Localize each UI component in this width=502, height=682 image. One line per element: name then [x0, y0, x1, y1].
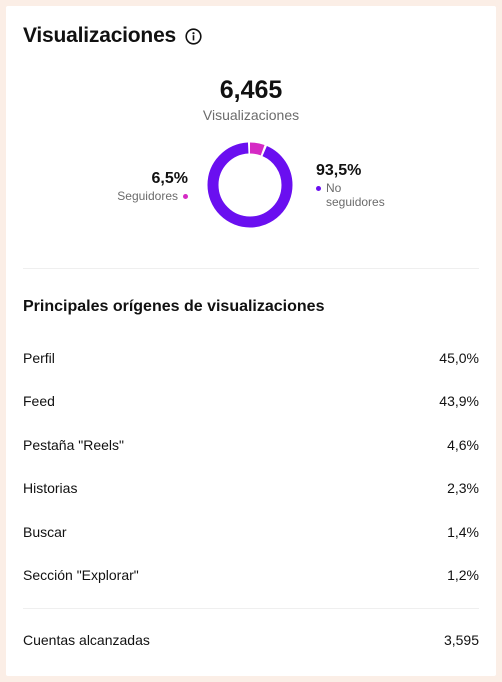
non-followers-percent: 93,5% [316, 162, 362, 179]
donut-segment-non-followers [207, 142, 293, 228]
list-item: Buscar 1,4% [23, 510, 479, 554]
divider [23, 608, 479, 609]
source-value: 45,0% [439, 349, 479, 366]
source-value: 2,3% [447, 480, 479, 497]
source-label: Buscar [23, 523, 67, 540]
card-header: Visualizaciones [23, 24, 202, 48]
followers-percent: 6,5% [151, 170, 188, 187]
total-views-value: 6,465 [219, 76, 283, 104]
card-title: Visualizaciones [23, 24, 177, 47]
source-value: 1,2% [447, 567, 479, 584]
source-value: 43,9% [439, 393, 479, 410]
source-value: 1,4% [447, 523, 479, 540]
accounts-reached-label: Cuentas alcanzadas [23, 632, 150, 648]
list-item: Sección "Explorar" 1,2% [23, 554, 479, 598]
list-item: Perfil 45,0% [23, 336, 479, 380]
total-views: 6,465 Visualizaciones [6, 76, 496, 123]
non-followers-label-line1: No [326, 181, 342, 195]
non-followers-legend-dot [316, 186, 321, 191]
source-label: Historias [23, 480, 78, 497]
sources-list: Perfil 45,0% Feed 43,9% Pestaña "Reels" … [23, 336, 479, 597]
followers-stat: 6,5% Seguidores [96, 169, 188, 203]
views-card: Visualizaciones 6,465 Visualizaciones 6,… [6, 6, 496, 676]
total-views-label: Visualizaciones [202, 107, 300, 123]
non-followers-stat: 93,5% No seguidores [316, 161, 436, 209]
followers-legend-dot [183, 194, 188, 200]
source-label: Feed [23, 393, 55, 410]
source-value: 4,6% [447, 436, 479, 453]
accounts-reached-value: 3,595 [443, 632, 479, 648]
list-item: Feed 43,9% [23, 380, 479, 424]
info-icon[interactable] [185, 27, 202, 45]
list-item: Historias 2,3% [23, 467, 479, 511]
source-label: Pestaña "Reels" [23, 436, 124, 453]
followers-donut-chart [207, 142, 293, 228]
divider [23, 268, 479, 269]
source-label: Perfil [23, 349, 55, 366]
followers-label: Seguidores [117, 189, 178, 203]
source-label: Sección "Explorar" [23, 567, 139, 584]
non-followers-label-line2: seguidores [326, 195, 385, 209]
accounts-reached-row: Cuentas alcanzadas 3,595 [23, 632, 479, 648]
list-item: Pestaña "Reels" 4,6% [23, 423, 479, 467]
sources-title: Principales orígenes de visualizaciones [23, 298, 325, 315]
